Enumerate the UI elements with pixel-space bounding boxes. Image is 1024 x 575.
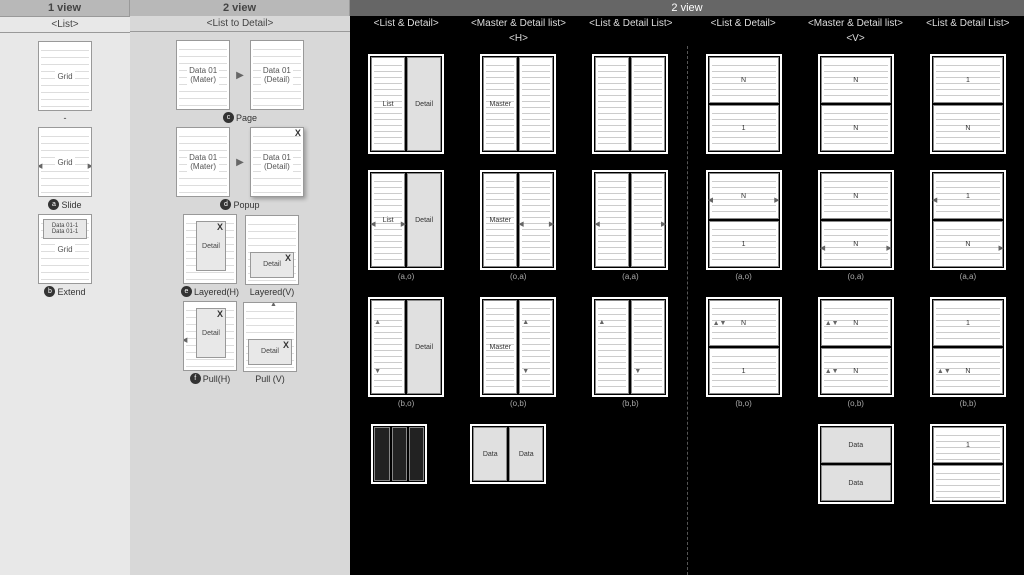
cap-basic: - (64, 113, 67, 123)
v-row-1: ◀▶N1(a,o) N◀▶N(o,a) ◀1▶N(a,a) (688, 162, 1024, 289)
h-thumb[interactable] (592, 54, 668, 154)
v-row-extra: DataData 1 (688, 416, 1024, 512)
v-row-0: N1 NN 1N (688, 46, 1024, 162)
h-row-2: ▲▼Detail(b,o) Master▲▼(o,b) ▲▼(b,b) (350, 289, 687, 416)
v-thumb[interactable]: DataData (818, 424, 894, 504)
h-thumb[interactable]: Master (480, 54, 556, 154)
h-thumb[interactable]: ◀▶(a,a) (592, 170, 668, 281)
h-thumb[interactable]: DataData (470, 424, 546, 484)
h-thumb[interactable]: ▲▼Detail(b,o) (368, 297, 444, 408)
close-icon: X (285, 253, 291, 263)
col2-header: 2 view (130, 0, 350, 16)
close-icon: X (295, 128, 301, 138)
h-row-1: ◀▶ListDetail(a,o) Master◀▶(o,a) ◀▶(a,a) (350, 162, 687, 289)
h-column: ListDetail Master ◀▶ListDetail(a,o) Mast… (350, 46, 688, 575)
v-thumb[interactable]: ▲▼N▲▼N(o,b) (818, 297, 894, 408)
v-thumb[interactable]: N1 (706, 54, 782, 154)
list-grid-extend[interactable]: Data 01-1Data 01-1Grid bExtend (6, 214, 124, 297)
v-thumb[interactable]: N◀▶N(o,a) (818, 170, 894, 281)
pattern-popup[interactable]: Data 01 (Mater) ▶ XData 01 (Detail) dPop… (136, 127, 344, 210)
close-icon: X (217, 309, 223, 319)
close-icon: X (217, 222, 223, 232)
v-thumb[interactable]: ▲▼N1(b,o) (706, 297, 782, 408)
h-thumb[interactable]: ListDetail (368, 54, 444, 154)
list-grid-basic[interactable]: Grid - (6, 41, 124, 123)
h-thumb[interactable]: ◀▶ListDetail(a,o) (368, 170, 444, 281)
v-row-2: ▲▼N1(b,o) ▲▼N▲▼N(o,b) 1▲▼N(b,b) (688, 289, 1024, 416)
h-thumb[interactable] (371, 424, 427, 484)
column-2-view-list-to-detail: 2 view <List to Detail> Data 01 (Mater) … (130, 0, 350, 575)
main-2-view-area: 2 view <List & Detail><Master & Detail l… (350, 0, 1024, 575)
list-grid-slide[interactable]: ◀▶Grid aSlide (6, 127, 124, 210)
h-thumb[interactable]: Master▲▼(o,b) (480, 297, 556, 408)
v-thumb[interactable]: ◀▶N1(a,o) (706, 170, 782, 281)
pattern-layered[interactable]: XDetail eLayered(H) XDetail Layered(V) (136, 214, 344, 297)
pattern-page[interactable]: Data 01 (Mater) ▶ Data 01 (Detail) cPage (136, 40, 344, 123)
main-hv: <H><V> (350, 31, 1024, 46)
v-column: N1 NN 1N ◀▶N1(a,o) N◀▶N(o,a) ◀1▶N(a,a) ▲… (688, 46, 1024, 575)
v-thumb[interactable]: 1▲▼N(b,b) (930, 297, 1006, 408)
h-thumb[interactable]: ▲▼(b,b) (592, 297, 668, 408)
col1-header: 1 view (0, 0, 130, 17)
column-1-view: 1 view <List> Grid - ◀▶Grid aSlide Data … (0, 0, 130, 575)
main-header: 2 view (350, 0, 1024, 16)
h-thumb[interactable]: Master◀▶(o,a) (480, 170, 556, 281)
h-row-extra: DataData (350, 416, 687, 492)
v-thumb[interactable]: 1N (930, 54, 1006, 154)
col1-sub: <List> (0, 17, 130, 33)
col2-sub: <List to Detail> (130, 16, 350, 32)
v-thumb[interactable]: 1 (930, 424, 1006, 504)
close-icon: X (283, 340, 289, 350)
col1-cells: Grid - ◀▶Grid aSlide Data 01-1Data 01-1G… (0, 33, 130, 305)
col2-cells: Data 01 (Mater) ▶ Data 01 (Detail) cPage… (130, 32, 350, 392)
pattern-pull[interactable]: ◀XDetail fPull(H) ▲XDetail Pull (V) (136, 301, 344, 384)
v-thumb[interactable]: NN (818, 54, 894, 154)
v-thumb[interactable]: ◀1▶N(a,a) (930, 170, 1006, 281)
main-subheaders: <List & Detail><Master & Detail list><Li… (350, 16, 1024, 31)
main-content: ListDetail Master ◀▶ListDetail(a,o) Mast… (350, 46, 1024, 575)
h-row-0: ListDetail Master (350, 46, 687, 162)
